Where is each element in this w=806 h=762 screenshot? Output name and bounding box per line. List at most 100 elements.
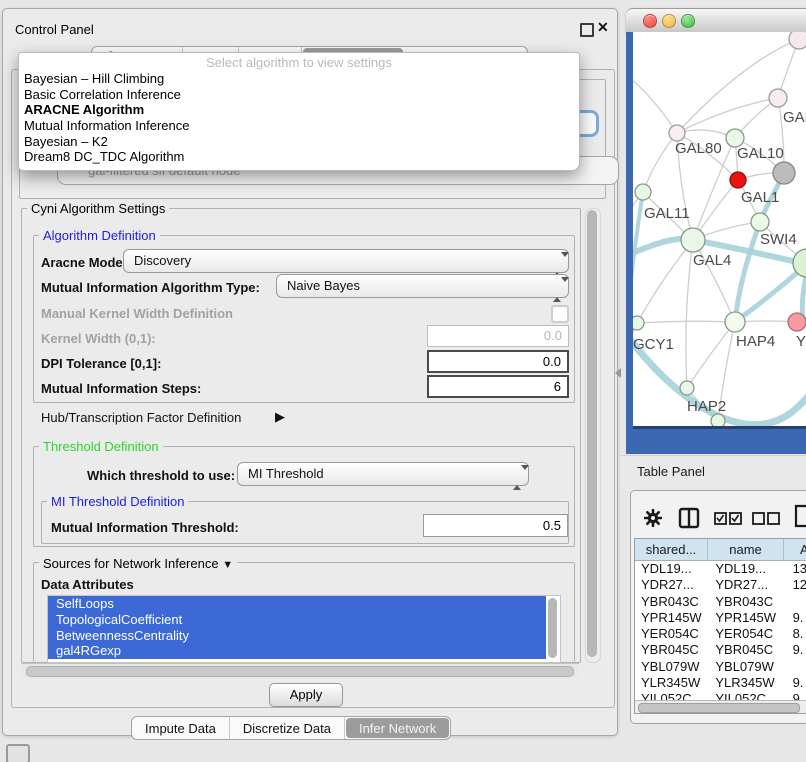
table-cell: YPR145W [709,610,786,626]
node-label-gal10: GAL10 [737,145,784,162]
column-layout-icon[interactable] [678,507,700,529]
table-hscrollbar-thumb[interactable] [638,703,800,713]
which-threshold-combobox[interactable]: MI Threshold [237,462,529,486]
attribute-item-gal4rgexp[interactable]: gal4RGexp [48,643,546,659]
algorithm-option-bayesian-k2[interactable]: Bayesian – K2 [19,134,579,150]
column-header-1[interactable]: shared... [635,539,708,561]
hub-definition-label[interactable]: Hub/Transcription Factor Definition [41,410,241,425]
column-header-3[interactable]: A [784,539,806,561]
dpi-tolerance-field[interactable]: 0.0 [427,350,569,373]
algorithm-option-dream8-dc-tdc-algorithm[interactable]: Dream8 DC_TDC Algorithm [19,149,579,165]
panel-splitter-arrow[interactable] [615,368,621,378]
column-header-2[interactable]: name [708,539,784,561]
table-cell: 9. [787,642,806,658]
attributes-list-scrollbar[interactable] [548,598,557,658]
table-row[interactable]: YDL19...YDL19...13 [635,561,806,577]
table-row[interactable]: YIL052CYIL052C9. [635,691,806,700]
algorithm-option-aracne-algorithm[interactable]: ARACNE Algorithm [19,102,579,118]
mi-threshold-definition-title: MI Threshold Definition [47,494,188,509]
select-all-checkboxes-icon[interactable] [714,512,742,525]
table-cell: YLR345W [709,675,786,691]
kernel-width-label: Kernel Width (0,1): [41,331,156,346]
settings-scrollbar-thumb[interactable] [587,210,597,657]
network-node-gal80[interactable] [669,125,685,141]
network-edge[interactable] [686,240,693,388]
gear-icon[interactable] [644,509,662,527]
table-row[interactable]: YER054CYER054C8. [635,626,806,642]
collapsed-panel-icon[interactable] [6,744,30,762]
network-node-unlabeled[interactable] [711,414,725,426]
network-edge[interactable] [633,74,677,133]
network-window-titlebar[interactable] [626,8,806,33]
network-node-hap2[interactable] [680,381,694,395]
float-window-icon[interactable] [580,23,594,37]
mi-type-combobox[interactable]: Naive Bayes [276,274,569,298]
algorithm-option-mutual-information-inference[interactable]: Mutual Information Inference [19,118,579,134]
which-threshold-label: Which threshold to use: [87,468,235,483]
aracne-mode-combobox[interactable]: Discovery [123,249,569,273]
node-label-gal80: GAL80 [675,140,722,157]
table-row[interactable]: YBR043CYBR043C [635,594,806,610]
tab-infer-network[interactable]: Infer Network [346,718,449,738]
file-icon[interactable] [794,504,806,528]
canvas-bottom-edge [633,426,806,429]
network-node-gal7[interactable] [769,89,787,107]
data-attributes-list[interactable]: SelfLoopsTopologicalCoefficientBetweenne… [47,595,561,663]
mi-steps-field[interactable]: 6 [427,375,569,398]
tab-impute-data[interactable]: Impute Data [132,717,230,739]
data-attributes-label: Data Attributes [41,577,134,592]
table-cell: YER054C [709,626,786,642]
network-node-gal11[interactable] [635,184,651,200]
kernel-width-field[interactable]: 0.0 [427,325,569,347]
table-cell: YBL079W [709,659,786,675]
network-node-gcy1[interactable] [633,316,644,330]
node-label-swi4: SWI4 [760,231,797,248]
sources-title-text: Sources for Network Inference [43,556,219,571]
network-edge[interactable] [677,98,778,133]
node-label-y: Y [796,333,806,350]
close-traffic-light[interactable] [643,14,657,28]
table-row[interactable]: YBR045CYBR045C9. [635,642,806,658]
attribute-item-betweennesscentrality[interactable]: BetweennessCentrality [48,628,546,644]
manual-kernel-label: Manual Kernel Width Definition [41,306,233,321]
network-node-gray[interactable] [773,162,795,184]
network-edge[interactable] [637,240,693,323]
network-window-frame: GAL7GAL80GAL10GAL1GAL11SWI4GAL4GCY1HAP4Y… [626,32,806,454]
expand-arrow-icon[interactable]: ▶ [275,409,285,425]
desktop: Control Panel ✕ NetworkStyleSelectCyni T… [0,0,806,762]
network-node-gal1[interactable] [751,213,769,231]
apply-button[interactable]: Apply [269,683,343,707]
node-label-gal4: GAL4 [693,252,731,269]
algorithm-option-bayesian-hill-climbing[interactable]: Bayesian – Hill Climbing [19,71,579,87]
settings-hscrollbar-thumb[interactable] [26,666,574,677]
mi-type-label: Mutual Information Algorithm Type: [41,280,260,295]
network-canvas[interactable]: GAL7GAL80GAL10GAL1GAL11SWI4GAL4GCY1HAP4Y… [633,32,806,426]
minimize-traffic-light[interactable] [662,14,676,28]
table-row[interactable]: YPR145WYPR145W9. [635,610,806,626]
tab-discretize-data[interactable]: Discretize Data [230,717,345,739]
table-body: YDL19...YDL19...13YDR27...YDR27...12YBR0… [635,561,806,700]
network-node-gal4[interactable] [681,228,705,252]
network-node-unlabeled[interactable] [789,32,806,49]
attribute-item-selfloops[interactable]: SelfLoops [48,596,546,612]
table-row[interactable]: YBL079WYBL079W [635,659,806,675]
sources-title[interactable]: Sources for Network Inference ▼ [39,556,237,571]
zoom-traffic-light[interactable] [681,14,695,28]
network-edge-highlighted[interactable] [633,192,643,328]
deselect-all-checkboxes-icon[interactable] [752,512,780,525]
table-cell: YDL19... [709,561,786,577]
mi-threshold-field[interactable]: 0.5 [423,514,568,537]
algorithm-option-basic-correlation-inference[interactable]: Basic Correlation Inference [19,87,579,103]
attribute-item-topologicalcoefficient[interactable]: TopologicalCoefficient [48,612,546,628]
network-view-window: GAL7GAL80GAL10GAL1GAL11SWI4GAL4GCY1HAP4Y… [626,8,806,454]
table-row[interactable]: YLR345WYLR345W9. [635,675,806,691]
close-icon[interactable]: ✕ [597,19,609,36]
network-edge[interactable] [643,133,677,192]
network-node-gal1-red[interactable] [730,172,746,188]
network-node-hap4[interactable] [725,312,745,332]
table-row[interactable]: YDR27...YDR27...12 [635,577,806,593]
network-node-y[interactable] [788,313,806,331]
table-cell: 9. [787,610,806,626]
manual-kernel-checkbox[interactable] [551,305,569,323]
table-cell: YBR043C [635,594,709,610]
